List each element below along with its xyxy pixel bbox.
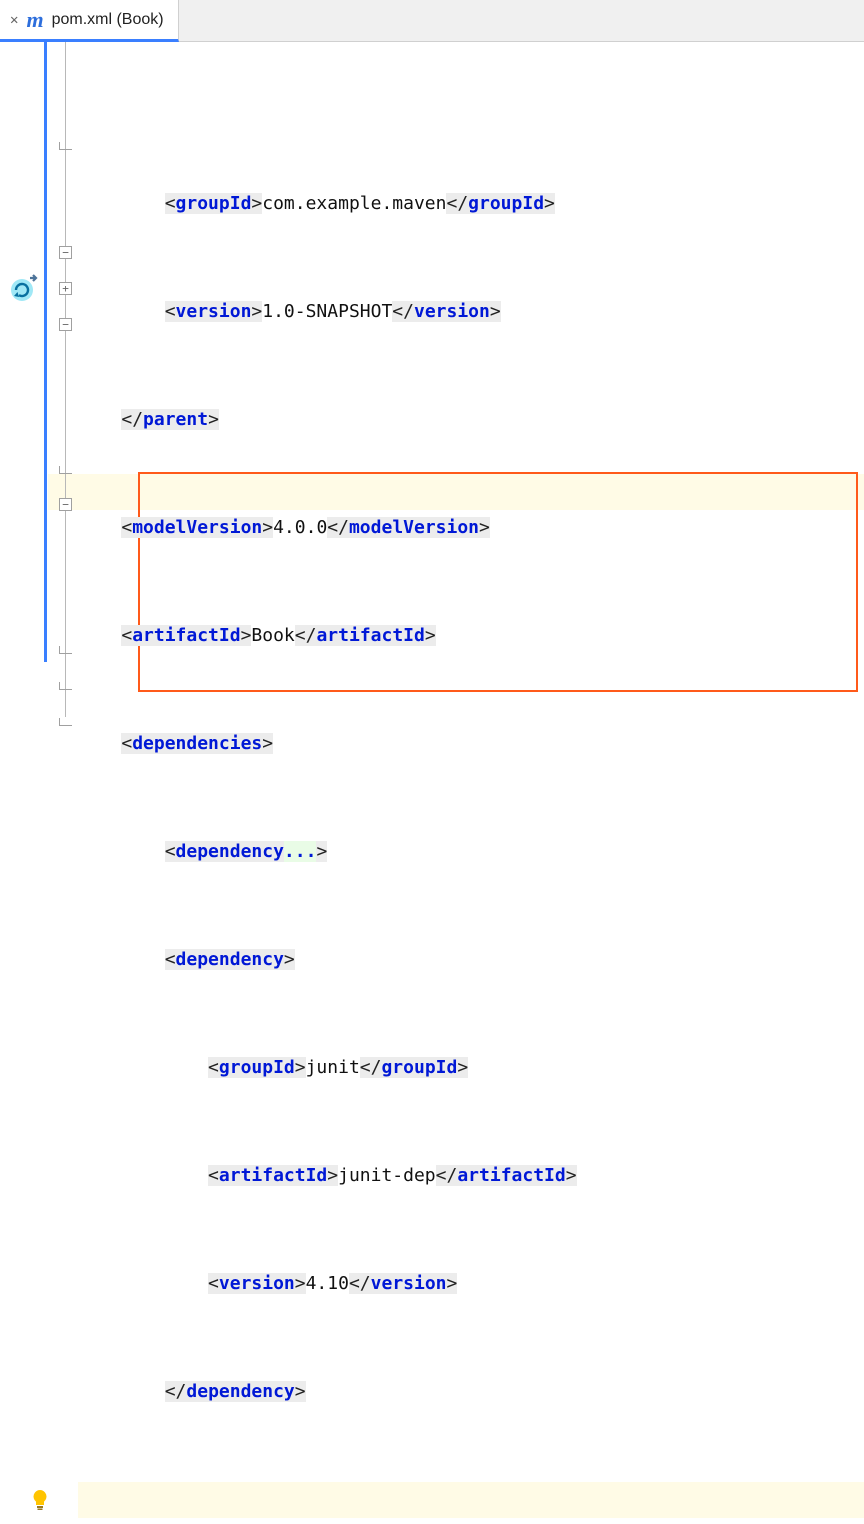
code-line: <artifactId>Book</artifactId> [78,618,864,654]
code-line: <dependency> [78,1482,864,1518]
code-line: <dependencies> [78,726,864,762]
fold-end-marker [59,646,72,654]
fold-toggle[interactable] [59,318,72,331]
fold-toggle[interactable] [59,282,72,295]
code-line: <modelVersion>4.0.0</modelVersion> [78,510,864,546]
fold-toggle[interactable] [59,498,72,511]
highlight-box [138,472,858,692]
fold-end-marker [59,682,72,690]
fold-end-marker [59,718,72,726]
code-line: <artifactId>junit-dep</artifactId> [78,1158,864,1194]
fold-end-marker [59,142,72,150]
change-marker [44,42,47,662]
code-line: <version>4.10</version> [78,1266,864,1302]
editor: <groupId>com.example.maven</groupId> <ve… [0,42,864,762]
code-line: <groupId>junit</groupId> [78,1050,864,1086]
code-line: <dependency> [78,942,864,978]
intention-bulb-icon[interactable] [28,1488,52,1524]
tab-label: pom.xml (Book) [52,11,164,29]
left-gutter [0,42,48,762]
tab-pom-xml[interactable]: ✕ m pom.xml (Book) [0,0,179,42]
code-line: </dependency> [78,1374,864,1410]
code-line: <dependency...> [78,834,864,870]
code-line: <groupId>com.example.maven</groupId> [78,186,864,222]
maven-icon: m [26,7,43,33]
code-area[interactable]: <groupId>com.example.maven</groupId> <ve… [78,42,864,762]
fold-end-marker [59,466,72,474]
code-line: <version>1.0-SNAPSHOT</version> [78,294,864,330]
fold-toggle[interactable] [59,246,72,259]
fold-gutter [48,42,78,762]
close-icon[interactable]: ✕ [10,12,18,28]
tab-bar: ✕ m pom.xml (Book) [0,0,864,42]
code-line: </parent> [78,402,864,438]
maven-reload-icon[interactable] [8,272,40,309]
